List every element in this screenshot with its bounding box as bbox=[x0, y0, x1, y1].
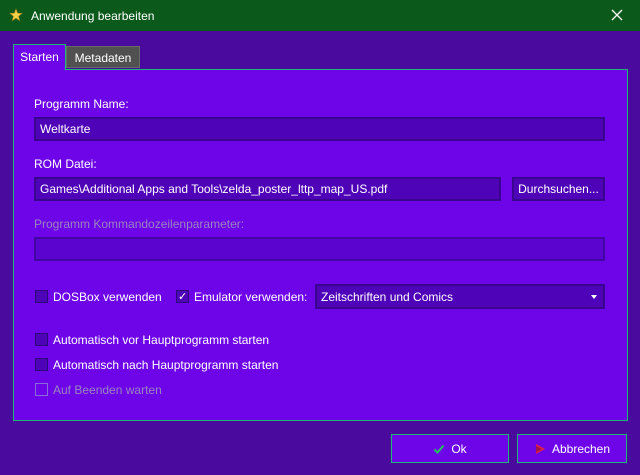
chevron-down-icon bbox=[591, 295, 597, 299]
check-icon: ✓ bbox=[178, 291, 188, 303]
dosbox-checkbox[interactable] bbox=[35, 290, 48, 303]
tab-starten[interactable]: Starten bbox=[13, 44, 66, 70]
checkmark-icon bbox=[434, 444, 445, 454]
cancel-label: Abbrechen bbox=[551, 441, 611, 456]
program-name-label: Programm Name: bbox=[34, 97, 129, 111]
emulator-label: Emulator verwenden: bbox=[194, 290, 308, 304]
ok-label: Ok bbox=[451, 441, 467, 456]
auto-before-label: Automatisch vor Hauptprogramm starten bbox=[53, 333, 270, 347]
window-title: Anwendung bearbeiten bbox=[31, 9, 155, 23]
browse-button[interactable]: Durchsuchen... bbox=[512, 177, 605, 201]
wait-exit-checkbox[interactable] bbox=[35, 383, 48, 396]
auto-after-checkbox[interactable] bbox=[35, 358, 48, 371]
rom-file-input[interactable]: Games\Additional Apps and Tools\zelda_po… bbox=[34, 177, 501, 201]
emulator-selected-value: Zeitschriften und Comics bbox=[321, 290, 454, 304]
app-star-icon bbox=[9, 8, 23, 22]
close-icon[interactable] bbox=[610, 8, 624, 22]
tab-metadaten[interactable]: Metadaten bbox=[66, 46, 140, 68]
title-bar: Anwendung bearbeiten bbox=[0, 0, 640, 31]
wait-exit-label: Auf Beenden warten bbox=[53, 383, 162, 397]
ok-button[interactable]: Ok bbox=[391, 434, 509, 463]
dosbox-label: DOSBox verwenden bbox=[53, 290, 162, 304]
emulator-select[interactable]: Zeitschriften und Comics bbox=[315, 284, 605, 309]
auto-after-label: Automatisch nach Hauptprogramm starten bbox=[53, 358, 279, 372]
cancel-button[interactable]: Abbrechen bbox=[517, 434, 627, 463]
auto-before-checkbox[interactable] bbox=[35, 333, 48, 346]
cancel-arrow-icon bbox=[535, 443, 545, 454]
program-name-input[interactable]: Weltkarte bbox=[34, 117, 605, 141]
rom-file-label: ROM Datei: bbox=[34, 157, 97, 171]
emulator-checkbox[interactable]: ✓ bbox=[176, 290, 189, 303]
cmdline-label: Programm Kommandozeilenparameter: bbox=[34, 217, 245, 231]
cmdline-input[interactable] bbox=[34, 237, 605, 261]
